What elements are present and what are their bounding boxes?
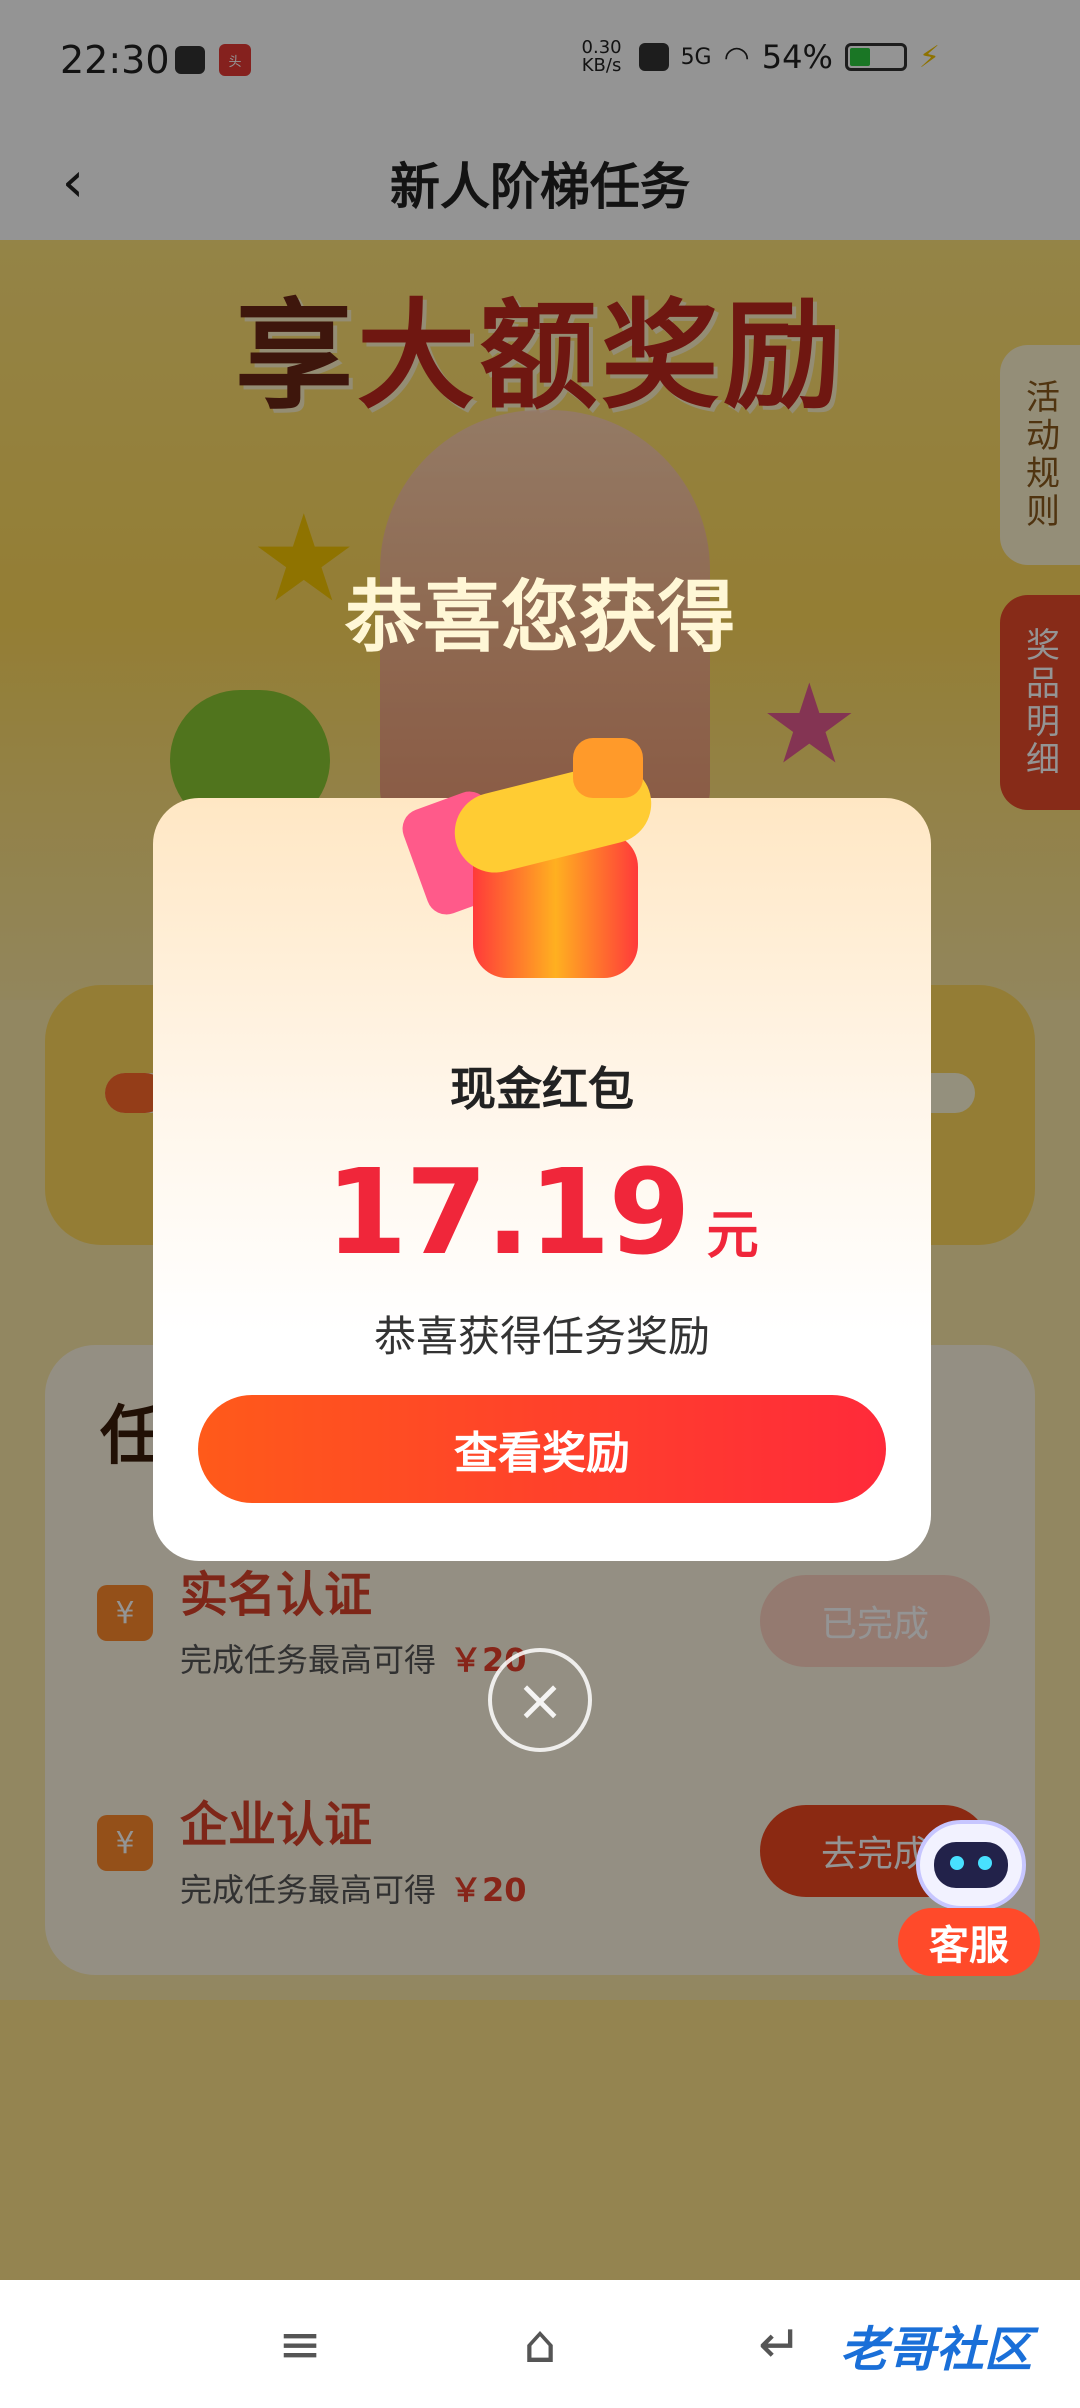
view-reward-button[interactable]: 查看奖励 [198,1395,886,1503]
customer-service-label: 客服 [898,1908,1040,1976]
menu-button[interactable]: ≡ [265,2310,335,2380]
back-system-button[interactable]: ↵ [745,2310,815,2380]
prize-amount: 17.19 元 [153,1143,931,1281]
system-nav-bar: ≡ ⌂ ↵ 老哥社区 [0,2280,1080,2408]
amount-unit: 元 [706,1206,759,1266]
close-icon: × [515,1666,565,1734]
congrats-heading: 恭喜您获得 [344,573,735,663]
gift-box-icon [396,738,683,988]
customer-service-button[interactable]: 客服 [898,1820,1040,1980]
home-button[interactable]: ⌂ [505,2310,575,2380]
prize-message: 恭喜获得任务奖励 [373,1312,710,1361]
amount-value: 17.19 [325,1143,690,1281]
prize-name: 现金红包 [450,1062,634,1116]
reward-modal: 现金红包 17.19 元 恭喜获得任务奖励 查看奖励 [153,738,931,1561]
close-modal-button[interactable]: × [488,1648,592,1752]
watermark-logo: 老哥社区 [840,2322,1033,2378]
home-icon: ⌂ [523,2315,557,2375]
menu-icon: ≡ [278,2315,322,2375]
return-icon: ↵ [758,2315,802,2375]
robot-icon [916,1820,1026,1910]
